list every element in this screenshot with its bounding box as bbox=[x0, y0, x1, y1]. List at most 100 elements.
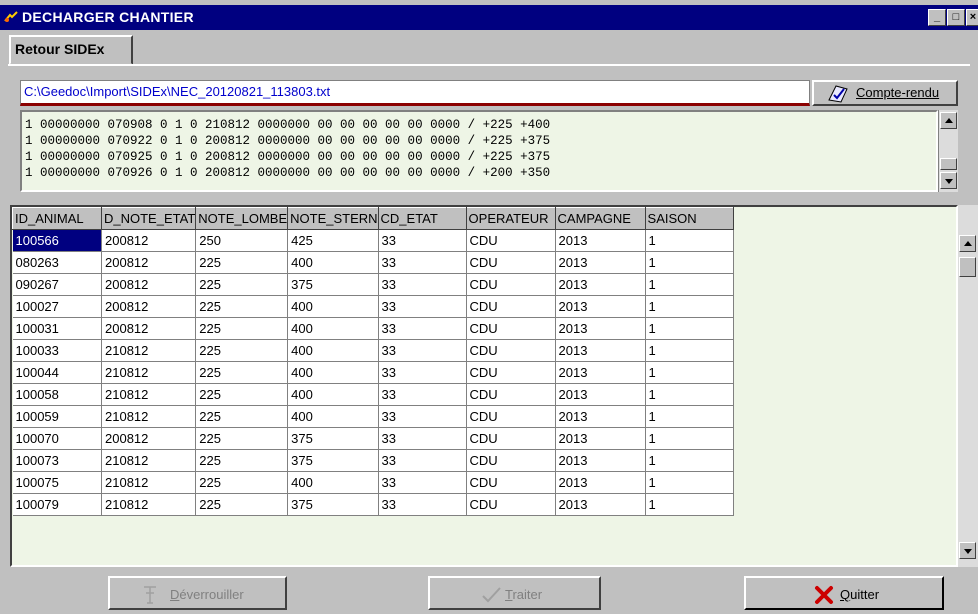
table-row[interactable]: 100033 210812 225 400 33 CDU 2013 1 bbox=[12, 339, 734, 362]
table-cell[interactable]: 1 bbox=[645, 449, 734, 472]
table-cell[interactable]: 200812 bbox=[101, 317, 197, 340]
table-cell[interactable]: 210812 bbox=[101, 383, 197, 406]
tab-retour-sidex[interactable]: Retour SIDEx bbox=[9, 35, 133, 65]
table-cell[interactable]: 400 bbox=[287, 471, 379, 494]
table-cell[interactable]: 400 bbox=[287, 251, 379, 274]
column-header[interactable]: D_NOTE_ETAT bbox=[100, 207, 197, 230]
table-cell[interactable]: 225 bbox=[195, 361, 289, 384]
table-cell[interactable]: 100070 bbox=[12, 427, 102, 450]
table-cell[interactable]: 1 bbox=[645, 251, 734, 274]
table-cell[interactable]: 210812 bbox=[101, 339, 197, 362]
table-cell[interactable]: 200812 bbox=[101, 229, 197, 252]
table-cell[interactable]: 400 bbox=[287, 295, 379, 318]
table-cell[interactable]: 375 bbox=[287, 427, 379, 450]
maximize-button[interactable]: □ bbox=[947, 9, 965, 26]
file-path-field[interactable]: C:\Geedoc\Import\SIDEx\NEC_20120821_1138… bbox=[20, 80, 810, 106]
table-cell[interactable]: 225 bbox=[195, 273, 289, 296]
table-cell[interactable]: 1 bbox=[645, 471, 734, 494]
table-cell[interactable]: 1 bbox=[645, 493, 734, 516]
table-cell[interactable]: 1 bbox=[645, 295, 734, 318]
column-header[interactable]: CAMPAGNE bbox=[554, 207, 646, 230]
table-row[interactable]: 100031 200812 225 400 33 CDU 2013 1 bbox=[12, 317, 734, 340]
table-cell[interactable]: 33 bbox=[378, 383, 467, 406]
grid-scroll-up-arrow-icon[interactable] bbox=[959, 235, 976, 252]
table-cell[interactable]: 200812 bbox=[101, 273, 197, 296]
table-cell[interactable]: 375 bbox=[287, 273, 379, 296]
table-row[interactable]: 100566 200812 250 425 33 CDU 2013 1 bbox=[12, 229, 734, 252]
table-cell[interactable]: 33 bbox=[378, 449, 467, 472]
close-button[interactable]: × bbox=[966, 9, 978, 26]
table-cell[interactable]: 200812 bbox=[101, 427, 197, 450]
column-header[interactable]: OPERATEUR bbox=[465, 207, 556, 230]
table-cell[interactable]: 250 bbox=[195, 229, 289, 252]
raw-file-content[interactable]: 1 00000000 070908 0 1 0 210812 0000000 0… bbox=[20, 110, 938, 192]
table-row[interactable]: 100027 200812 225 400 33 CDU 2013 1 bbox=[12, 295, 734, 318]
table-cell[interactable]: CDU bbox=[466, 449, 556, 472]
table-cell[interactable]: 400 bbox=[287, 405, 379, 428]
table-cell[interactable]: 2013 bbox=[555, 471, 646, 494]
column-header[interactable]: CD_ETAT bbox=[377, 207, 467, 230]
table-cell[interactable]: 210812 bbox=[101, 493, 197, 516]
table-cell[interactable]: 33 bbox=[378, 405, 467, 428]
table-cell[interactable]: 400 bbox=[287, 361, 379, 384]
table-cell[interactable]: 1 bbox=[645, 317, 734, 340]
table-cell[interactable]: 2013 bbox=[555, 251, 646, 274]
column-header[interactable]: ID_ANIMAL bbox=[12, 207, 102, 230]
table-cell[interactable]: 33 bbox=[378, 361, 467, 384]
table-cell[interactable]: 2013 bbox=[555, 493, 646, 516]
table-cell[interactable]: 225 bbox=[195, 383, 289, 406]
column-header[interactable]: NOTE_STERN bbox=[287, 207, 379, 230]
table-cell[interactable]: CDU bbox=[466, 471, 556, 494]
table-cell[interactable]: 210812 bbox=[101, 405, 197, 428]
table-cell[interactable]: CDU bbox=[466, 361, 556, 384]
table-cell[interactable]: 225 bbox=[195, 295, 289, 318]
table-row[interactable]: 090267 200812 225 375 33 CDU 2013 1 bbox=[12, 273, 734, 296]
table-cell[interactable]: CDU bbox=[466, 251, 556, 274]
table-cell[interactable]: 225 bbox=[195, 317, 289, 340]
animals-grid[interactable]: ID_ANIMAL D_NOTE_ETAT NOTE_LOMBE NOTE_STERN… bbox=[10, 205, 958, 567]
table-cell[interactable]: 2013 bbox=[555, 449, 646, 472]
scroll-down-arrow-icon[interactable] bbox=[940, 172, 957, 189]
table-cell[interactable]: 33 bbox=[378, 317, 467, 340]
table-cell[interactable]: 090267 bbox=[12, 273, 102, 296]
traiter-button[interactable]: Traiter bbox=[428, 576, 601, 610]
table-cell[interactable]: CDU bbox=[466, 229, 556, 252]
table-cell[interactable]: 225 bbox=[195, 471, 289, 494]
table-cell[interactable]: 400 bbox=[287, 339, 379, 362]
table-cell[interactable]: CDU bbox=[466, 317, 556, 340]
table-cell[interactable]: 225 bbox=[195, 251, 289, 274]
table-cell[interactable]: 225 bbox=[195, 339, 289, 362]
table-cell[interactable]: 100027 bbox=[12, 295, 102, 318]
column-header[interactable]: NOTE_LOMBE bbox=[195, 207, 289, 230]
table-cell[interactable]: 33 bbox=[378, 427, 467, 450]
table-cell[interactable]: 080263 bbox=[12, 251, 102, 274]
table-cell[interactable]: 225 bbox=[195, 493, 289, 516]
table-cell[interactable]: 100075 bbox=[12, 471, 102, 494]
table-cell[interactable]: 375 bbox=[287, 493, 379, 516]
table-cell[interactable]: 2013 bbox=[555, 383, 646, 406]
table-cell[interactable]: 100044 bbox=[12, 361, 102, 384]
table-cell[interactable]: CDU bbox=[466, 427, 556, 450]
table-cell[interactable]: 400 bbox=[287, 317, 379, 340]
table-cell[interactable]: 100031 bbox=[12, 317, 102, 340]
table-cell[interactable]: 100566 bbox=[12, 229, 102, 252]
table-cell[interactable]: 33 bbox=[378, 273, 467, 296]
table-cell[interactable]: CDU bbox=[466, 405, 556, 428]
table-cell[interactable]: CDU bbox=[466, 339, 556, 362]
table-cell[interactable]: 2013 bbox=[555, 273, 646, 296]
table-cell[interactable]: 100059 bbox=[12, 405, 102, 428]
table-row[interactable]: 100070 200812 225 375 33 CDU 2013 1 bbox=[12, 427, 734, 450]
grid-scroll-down-arrow-icon[interactable] bbox=[959, 542, 976, 559]
table-cell[interactable]: 33 bbox=[378, 471, 467, 494]
table-row[interactable]: 080263 200812 225 400 33 CDU 2013 1 bbox=[12, 251, 734, 274]
table-cell[interactable]: 100079 bbox=[12, 493, 102, 516]
table-cell[interactable]: 210812 bbox=[101, 471, 197, 494]
table-cell[interactable]: 200812 bbox=[101, 251, 197, 274]
table-cell[interactable]: 2013 bbox=[555, 427, 646, 450]
table-cell[interactable]: 225 bbox=[195, 427, 289, 450]
table-cell[interactable]: 1 bbox=[645, 229, 734, 252]
raw-content-scrollbar[interactable] bbox=[938, 110, 958, 192]
table-cell[interactable]: 1 bbox=[645, 361, 734, 384]
table-cell[interactable]: CDU bbox=[466, 383, 556, 406]
table-cell[interactable]: 33 bbox=[378, 295, 467, 318]
